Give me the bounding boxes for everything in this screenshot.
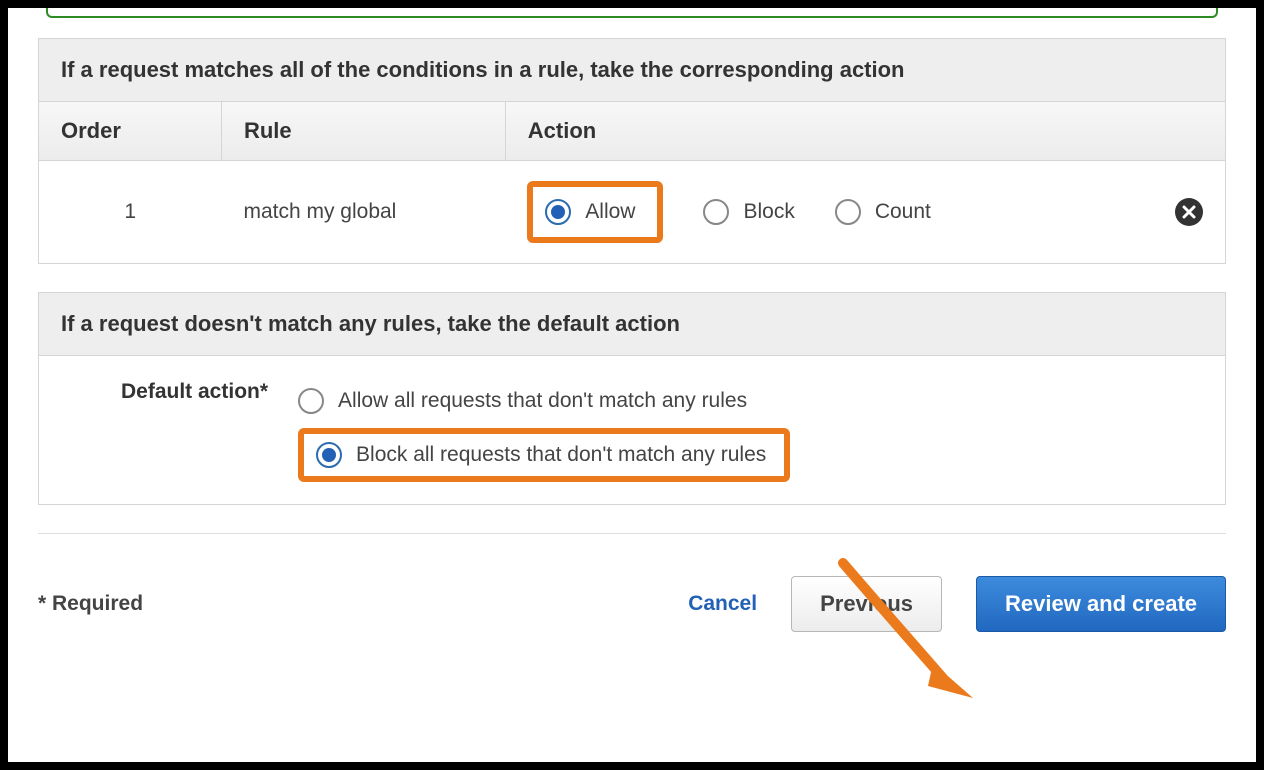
footer: * Required Cancel Previous Review and cr… bbox=[38, 576, 1226, 632]
default-block-option[interactable]: Block all requests that don't match any … bbox=[316, 442, 766, 468]
default-action-label: Default action* bbox=[61, 378, 268, 482]
rule-order: 1 bbox=[39, 161, 221, 264]
remove-rule-icon[interactable] bbox=[1175, 198, 1203, 226]
rules-table: Order Rule Action 1 match my global bbox=[39, 102, 1225, 263]
radio-default-block[interactable] bbox=[316, 442, 342, 468]
col-header-order: Order bbox=[39, 102, 221, 161]
rules-panel: If a request matches all of the conditio… bbox=[38, 38, 1226, 264]
previous-button[interactable]: Previous bbox=[791, 576, 942, 632]
default-allow-option[interactable]: Allow all requests that don't match any … bbox=[298, 378, 790, 424]
action-block-label: Block bbox=[743, 200, 794, 224]
col-header-rule: Rule bbox=[221, 102, 505, 161]
rule-name: match my global bbox=[221, 161, 505, 264]
col-header-action: Action bbox=[505, 102, 1225, 161]
action-allow-option[interactable]: Allow bbox=[545, 199, 635, 225]
default-block-label: Block all requests that don't match any … bbox=[356, 443, 766, 467]
highlight-allow: Allow bbox=[527, 181, 663, 243]
top-border bbox=[46, 8, 1218, 18]
action-allow-label: Allow bbox=[585, 200, 635, 224]
action-block-option[interactable]: Block bbox=[703, 199, 794, 225]
radio-allow[interactable] bbox=[545, 199, 571, 225]
review-and-create-button[interactable]: Review and create bbox=[976, 576, 1226, 632]
rules-table-header-row: Order Rule Action bbox=[39, 102, 1225, 161]
default-action-options: Allow all requests that don't match any … bbox=[298, 378, 790, 482]
radio-block[interactable] bbox=[703, 199, 729, 225]
rules-panel-title: If a request matches all of the conditio… bbox=[39, 39, 1225, 102]
table-row: 1 match my global Allow bbox=[39, 161, 1225, 264]
highlight-default-block: Block all requests that don't match any … bbox=[298, 428, 790, 482]
x-icon bbox=[1182, 205, 1196, 219]
required-note: * Required bbox=[38, 592, 654, 616]
action-count-label: Count bbox=[875, 200, 931, 224]
radio-default-allow[interactable] bbox=[298, 388, 324, 414]
default-allow-label: Allow all requests that don't match any … bbox=[338, 389, 747, 413]
default-action-panel: If a request doesn't match any rules, ta… bbox=[38, 292, 1226, 505]
radio-count[interactable] bbox=[835, 199, 861, 225]
default-action-title: If a request doesn't match any rules, ta… bbox=[39, 293, 1225, 356]
action-options: Allow Block Count bbox=[527, 181, 1111, 243]
divider bbox=[38, 533, 1226, 534]
action-count-option[interactable]: Count bbox=[835, 199, 931, 225]
cancel-link[interactable]: Cancel bbox=[688, 592, 757, 616]
